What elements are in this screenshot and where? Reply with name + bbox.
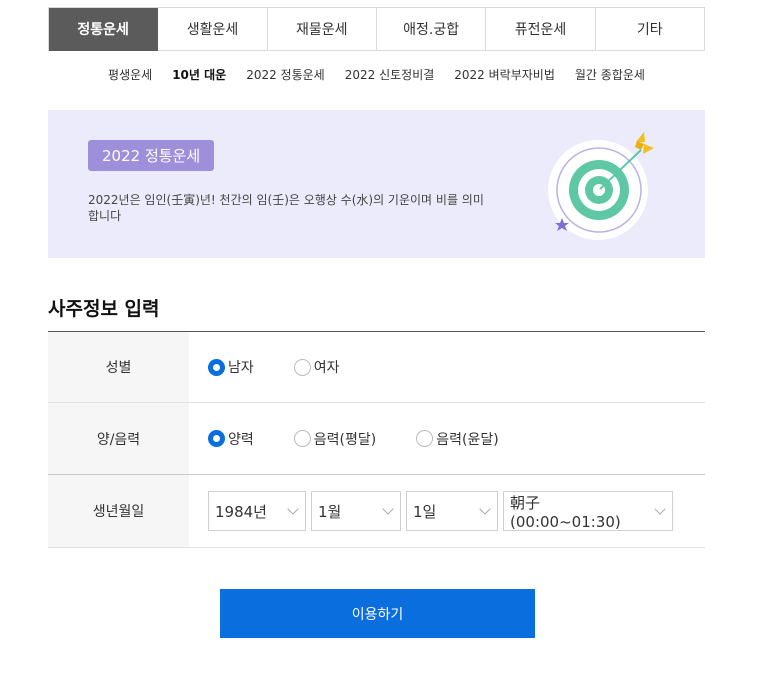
radio-lunar-normal-unchecked-icon[interactable] xyxy=(293,430,311,447)
form-title: 사주정보 입력 xyxy=(48,294,705,332)
month-value: 1월 xyxy=(318,502,342,521)
tab-fusion[interactable]: 퓨전운세 xyxy=(486,8,596,51)
radio-female-label: 여자 xyxy=(313,360,340,376)
subnav-2022-jeongtong[interactable]: 2022 정통운세 xyxy=(246,66,325,84)
birth-row: 생년월일 1984년 1월 1일 朝子(00:00~01:30) xyxy=(48,474,705,548)
month-select[interactable]: 1월 xyxy=(311,491,401,531)
radio-male-label: 남자 xyxy=(228,360,254,376)
gender-label: 성별 xyxy=(48,332,189,403)
subnav-2022-tojeong[interactable]: 2022 신토정비결 xyxy=(345,66,435,84)
day-select[interactable]: 1일 xyxy=(406,491,498,531)
subnav-monthly[interactable]: 월간 종합운세 xyxy=(575,66,645,84)
radio-female-unchecked-icon[interactable] xyxy=(293,358,311,376)
chevron-down-icon xyxy=(287,503,299,515)
year-select[interactable]: 1984년 xyxy=(208,491,306,531)
radio-lunar-leap-label: 음력(윤달) xyxy=(436,431,499,448)
radio-female[interactable]: 여자 xyxy=(293,357,340,377)
target-arrow-icon xyxy=(548,132,654,240)
radio-lunar-leap-unchecked-icon[interactable] xyxy=(416,430,434,447)
tab-wealth[interactable]: 재물운세 xyxy=(267,8,377,51)
birth-selects: 1984년 1월 1일 朝子(00:00~01:30) xyxy=(208,491,704,531)
subnav-ten-year[interactable]: 10년 대운 xyxy=(172,66,226,84)
birth-label: 생년월일 xyxy=(48,474,189,548)
tab-love[interactable]: 애정.궁합 xyxy=(376,8,487,51)
radio-solar-checked-icon[interactable] xyxy=(208,430,225,447)
sub-navigation: 평생운세 10년 대운 2022 정통운세 2022 신토정비결 2022 벼락… xyxy=(48,66,705,84)
calendar-label: 양/음력 xyxy=(48,402,189,475)
year-value: 1984년 xyxy=(215,502,267,521)
time-value: 朝子(00:00~01:30) xyxy=(510,493,621,531)
submit-button[interactable]: 이용하기 xyxy=(220,589,535,638)
chevron-down-icon xyxy=(479,503,491,515)
calendar-radio-group: 양력 음력(평달) 음력(윤달) xyxy=(208,429,704,449)
chevron-down-icon xyxy=(382,503,394,515)
tab-etc[interactable]: 기타 xyxy=(595,8,705,51)
radio-solar-label: 양력 xyxy=(228,431,254,448)
calendar-row: 양/음력 양력 음력(평달) 음력(윤달) xyxy=(48,402,705,475)
banner-badge: 2022 정통운세 xyxy=(88,140,215,171)
gender-row: 성별 남자 여자 xyxy=(48,332,705,403)
subnav-lifetime[interactable]: 평생운세 xyxy=(108,66,152,84)
radio-solar[interactable]: 양력 xyxy=(208,429,254,449)
day-value: 1일 xyxy=(413,502,437,521)
banner-description: 2022년은 임인(壬寅)년! 천간의 임(壬)은 오행상 수(水)의 기운이며… xyxy=(88,193,484,223)
promo-banner: 2022 정통운세 2022년은 임인(壬寅)년! 천간의 임(壬)은 오행상 … xyxy=(48,110,705,258)
page-container: 정통운세 생활운세 재물운세 애정.궁합 퓨전운세 기타 평생운세 10년 대운… xyxy=(48,7,705,638)
saju-form: 성별 남자 여자 양/음력 양력 음력(평달) 음력(윤달) 생년월일 1984… xyxy=(48,332,705,548)
gender-radio-group: 남자 여자 xyxy=(208,357,704,377)
chevron-down-icon xyxy=(654,503,666,515)
radio-lunar-leap[interactable]: 음력(윤달) xyxy=(416,429,499,449)
radio-lunar-normal-label: 음력(평달) xyxy=(313,431,377,448)
radio-male-checked-icon[interactable] xyxy=(208,358,225,376)
subnav-2022-rich[interactable]: 2022 벼락부자비법 xyxy=(454,66,555,84)
radio-male[interactable]: 남자 xyxy=(208,357,254,377)
time-select[interactable]: 朝子(00:00~01:30) xyxy=(503,491,673,531)
tab-life[interactable]: 생활운세 xyxy=(158,8,268,51)
radio-lunar-normal[interactable]: 음력(평달) xyxy=(293,429,377,449)
tab-jeongtong[interactable]: 정통운세 xyxy=(49,8,159,51)
category-tabs: 정통운세 생활운세 재물운세 애정.궁합 퓨전운세 기타 xyxy=(48,7,705,51)
